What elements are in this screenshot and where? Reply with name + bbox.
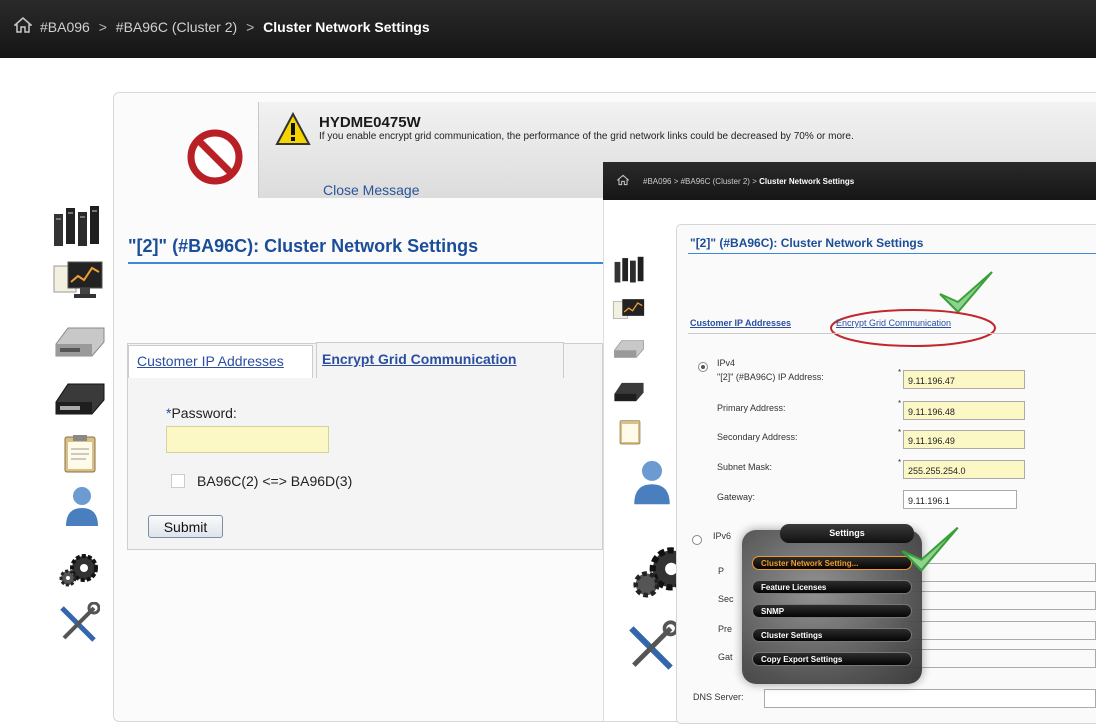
breadcrumb-current: Cluster Network Settings: [263, 19, 430, 35]
breadcrumb-separator: >: [246, 19, 255, 35]
ipv6-prefix-field[interactable]: [903, 621, 1096, 640]
required-marker: *: [898, 399, 902, 408]
inset-top-bar: #BA096 > #BA96C (Cluster 2) > Cluster Ne…: [603, 162, 1096, 200]
inset-tab-encrypt-grid-communication[interactable]: Encrypt Grid Communication: [836, 318, 951, 328]
inset-tab-customer-ip-addresses[interactable]: Customer IP Addresses: [690, 318, 791, 328]
dns-server-field[interactable]: [764, 689, 1096, 708]
primary-address-label: Primary Address:: [717, 403, 786, 413]
ipv4-label: IPv4: [717, 358, 736, 368]
breadcrumb-separator: >: [673, 177, 679, 186]
ipv6-radio[interactable]: [692, 535, 702, 545]
required-marker: *: [898, 428, 902, 437]
close-message-link[interactable]: Close Message: [323, 182, 420, 198]
page-title: "[2]" (#BA96C): Cluster Network Settings: [128, 236, 479, 256]
cluster-icon[interactable]: [50, 200, 106, 250]
required-marker: *: [898, 458, 902, 467]
breadcrumb-item-ba096[interactable]: #BA096: [40, 19, 90, 35]
clipboard-icon[interactable]: [62, 434, 98, 474]
tab-encrypt-grid-communication[interactable]: Encrypt Grid Communication: [316, 342, 564, 378]
home-icon[interactable]: [14, 16, 32, 34]
gears-icon[interactable]: [56, 550, 100, 590]
tab-customer-ip-addresses[interactable]: Customer IP Addresses: [128, 345, 313, 378]
tab-label: Encrypt Grid Communication: [322, 351, 517, 367]
ipv6-secondary-field[interactable]: [903, 591, 1096, 610]
gateway-field[interactable]: 9.11.196.1: [903, 490, 1017, 509]
password-label: *Password:: [166, 405, 237, 421]
submit-button[interactable]: Submit: [148, 515, 223, 538]
drive-icon[interactable]: [612, 336, 646, 362]
menu-item-copy-export-settings[interactable]: Copy Export Settings: [752, 652, 912, 666]
required-marker: *: [898, 368, 902, 377]
breadcrumb-separator: >: [98, 19, 107, 35]
home-icon[interactable]: [617, 174, 629, 186]
menu-item-cluster-network-settings[interactable]: Cluster Network Setting...: [752, 556, 912, 570]
user-icon[interactable]: [64, 484, 100, 528]
dns-server-label: DNS Server:: [693, 692, 744, 702]
message-code: HYDME0475W: [319, 114, 421, 131]
ip-address-label: "[2]" (#BA96C) IP Address:: [717, 372, 824, 382]
cluster-icon[interactable]: [612, 252, 648, 286]
title-divider: [128, 262, 604, 264]
user-icon[interactable]: [632, 454, 672, 510]
secondary-address-label: Secondary Address:: [717, 432, 798, 442]
breadcrumb-item-cluster[interactable]: #BA96C (Cluster 2): [116, 19, 237, 35]
settings-menu-title: Settings: [780, 524, 914, 543]
gateway-label: Gateway:: [717, 492, 756, 502]
subnet-mask-field[interactable]: 255.255.254.0: [903, 460, 1025, 479]
breadcrumb-item-cluster[interactable]: #BA96C (Cluster 2): [681, 177, 750, 186]
ip-address-field[interactable]: 9.11.196.47: [903, 370, 1025, 389]
ipv6-gateway-field[interactable]: [903, 649, 1096, 668]
ipv6-secondary-label: Sec: [718, 594, 734, 604]
monitor-chart-icon[interactable]: [52, 258, 108, 306]
breadcrumb-current: Cluster Network Settings: [759, 177, 855, 186]
breadcrumb: #BA096 > #BA96C (Cluster 2) > Cluster Ne…: [40, 19, 430, 35]
ipv6-primary-label: P: [718, 566, 725, 576]
primary-address-field[interactable]: 9.11.196.48: [903, 401, 1025, 420]
menu-item-feature-licenses[interactable]: Feature Licenses: [752, 580, 912, 594]
inset-breadcrumb: #BA096 > #BA96C (Cluster 2) > Cluster Ne…: [643, 177, 854, 186]
dark-drive-icon[interactable]: [52, 378, 108, 420]
clipboard-icon[interactable]: [618, 418, 642, 446]
top-navigation-bar: #BA096 > #BA96C (Cluster 2) > Cluster Ne…: [0, 0, 1096, 58]
dark-drive-icon[interactable]: [612, 378, 646, 406]
warning-icon: [275, 112, 311, 145]
highlight-ellipse: [830, 309, 996, 347]
breadcrumb-separator: >: [752, 177, 757, 186]
tools-icon[interactable]: [56, 602, 100, 646]
prohibited-icon: [187, 129, 243, 185]
password-input[interactable]: [166, 426, 329, 453]
ipv6-gateway-label: Gat: [718, 652, 733, 662]
drive-icon[interactable]: [52, 322, 108, 362]
grid-link-label: BA96C(2) <=> BA96D(3): [197, 473, 353, 489]
password-label-text: Password:: [171, 405, 237, 421]
menu-item-cluster-settings[interactable]: Cluster Settings: [752, 628, 912, 642]
inset-title-divider: [688, 253, 1096, 254]
inset-tab-divider: [688, 333, 1096, 334]
secondary-address-field[interactable]: 9.11.196.49: [903, 430, 1025, 449]
menu-item-snmp[interactable]: SNMP: [752, 604, 912, 618]
breadcrumb-item-ba096[interactable]: #BA096: [643, 177, 671, 186]
tab-label: Customer IP Addresses: [137, 353, 284, 369]
inset-page-title: "[2]" (#BA96C): Cluster Network Settings: [690, 236, 924, 250]
subnet-mask-label: Subnet Mask:: [717, 462, 773, 472]
message-text: If you enable encrypt grid communication…: [319, 131, 854, 142]
monitor-chart-icon[interactable]: [612, 296, 648, 328]
ipv4-radio[interactable]: [698, 362, 708, 372]
checkmark-icon: [901, 526, 959, 572]
ipv6-label: IPv6: [713, 531, 732, 541]
tools-icon[interactable]: [624, 620, 678, 676]
grid-link-checkbox[interactable]: [171, 474, 185, 488]
ipv6-prefix-label: Pre: [718, 624, 733, 634]
